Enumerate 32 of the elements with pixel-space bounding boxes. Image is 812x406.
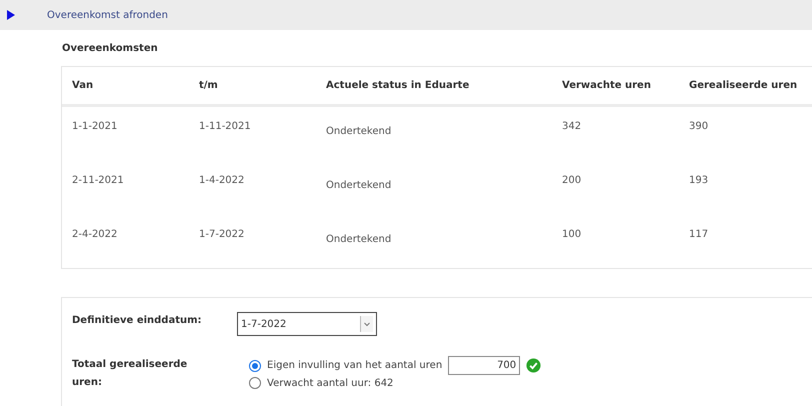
field-label: Definitieve einddatum: [72,314,203,328]
play-icon[interactable] [7,10,15,20]
table-title: Overeenkomsten [61,42,159,56]
table-cell-text: 2-11-2021 [72,175,125,186]
table-cell-text: 342 [562,121,582,132]
table-cell-text: 1-11-2021 [199,121,252,132]
table-cell-text: 1-7-2022 [199,229,246,240]
column-header: Gerealiseerde uren [689,80,798,91]
caret-icon[interactable] [360,316,373,332]
table-cell-text: 200 [562,175,582,186]
radio-button[interactable] [249,360,261,372]
table-cell-text: 1-4-2022 [199,175,246,186]
table-cell-text: Ondertekend [326,180,392,191]
table-cell-text: 390 [689,121,710,132]
radio-button[interactable] [249,377,261,389]
table-cell-text: Ondertekend [326,234,392,245]
hours-input[interactable]: 700 [448,356,520,375]
column-header: t/m [199,80,219,91]
column-header: Van [72,80,94,91]
date-dropdown[interactable]: 1-7-2022 [237,312,377,336]
table-cell-text: 100 [562,229,582,240]
table-cell-text: 1-1-2021 [72,121,118,132]
option-label: Verwacht aantal uur: 642 [267,378,394,388]
table-cell-text: Ondertekend [326,126,392,137]
column-header: Actuele status in Eduarte [326,80,470,91]
table-cell-text: 193 [689,175,710,186]
option-label: Eigen invulling van het aantal uren [267,360,442,371]
section-title: Overeenkomst afronden [47,10,168,20]
table-cell-text: 2-4-2022 [72,229,118,240]
table-cell-text: 117 [689,229,710,240]
field-label: Totaal gerealiseerde uren: [72,358,188,390]
column-header: Verwachte uren [562,80,652,91]
